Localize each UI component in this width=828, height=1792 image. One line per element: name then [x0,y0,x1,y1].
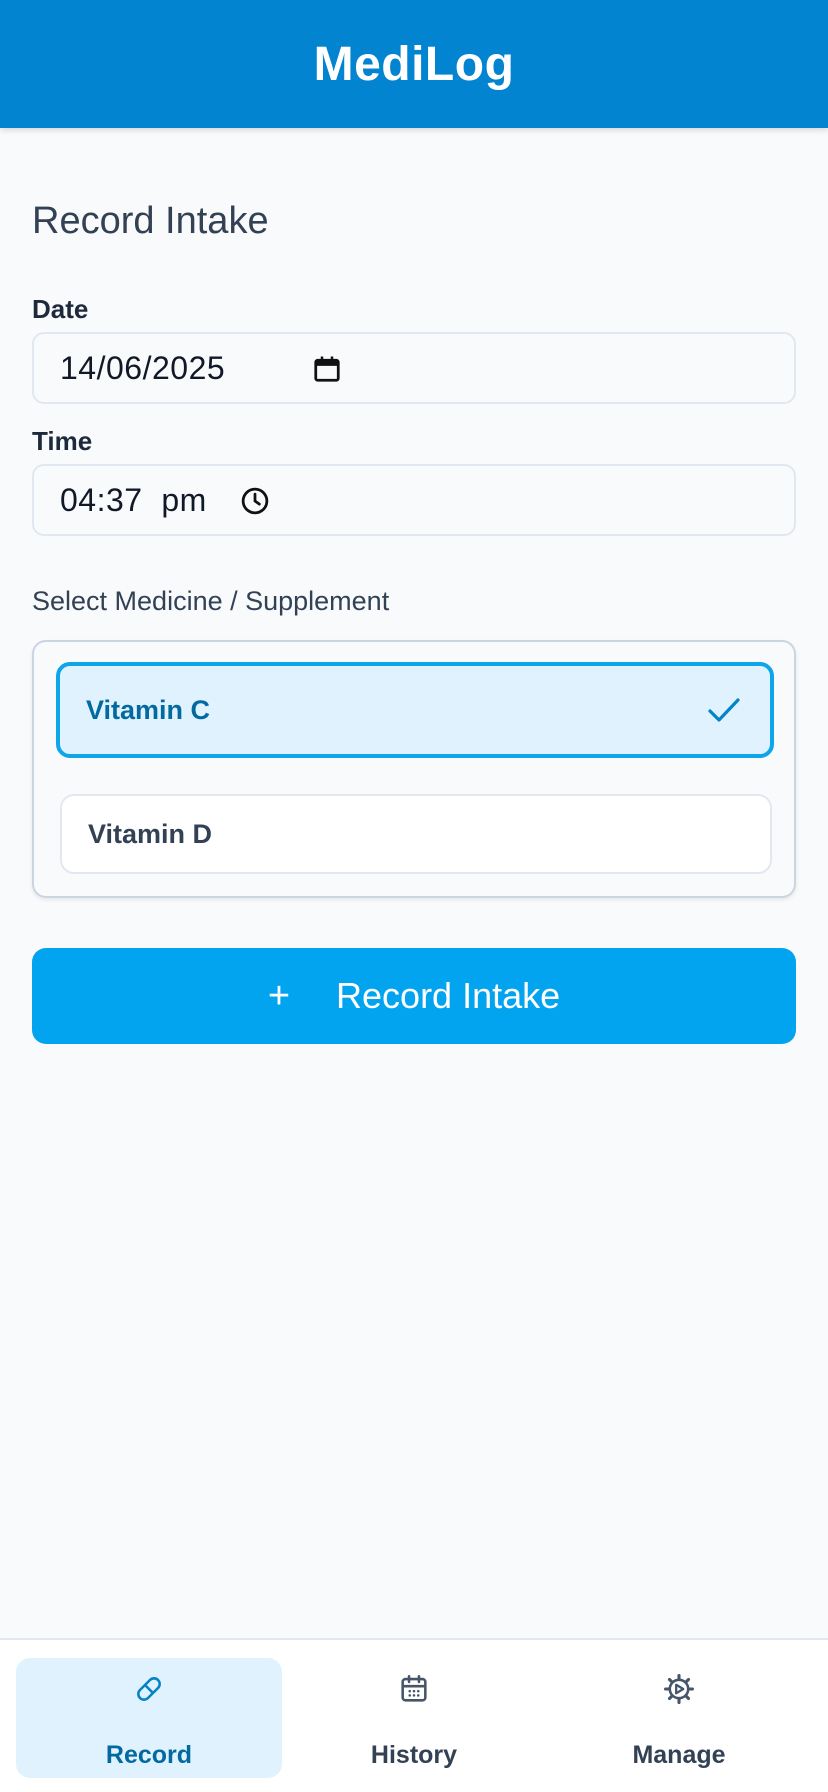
nav-tab-record[interactable]: Record [16,1658,282,1778]
date-label: Date [32,294,89,324]
app-root: MediLog Record Intake Date 14/06/2025 Ti… [0,0,828,1792]
bottom-nav: Record History Manage [0,1638,828,1792]
date-input[interactable]: 14/06/2025 [32,332,796,404]
page-title: Record Intake [32,200,269,242]
medicine-options-list: Vitamin C Vitamin D [32,640,796,898]
record-intake-button[interactable]: + Record Intake [32,948,796,1044]
nav-label-manage: Manage [632,1741,726,1769]
checkmark-icon [706,694,742,733]
calendar-picker-icon[interactable] [312,354,342,389]
pill-icon [132,1672,166,1711]
medicine-option-vitamin-d[interactable]: Vitamin D [60,794,772,874]
gear-icon [662,1672,696,1711]
time-input[interactable]: 04:37 pm [32,464,796,536]
nav-tab-manage[interactable]: Manage [546,1658,812,1778]
medicine-select-label: Select Medicine / Supplement [32,586,390,616]
medicine-option-vitamin-c[interactable]: Vitamin C [56,662,774,758]
clock-icon[interactable] [240,486,270,521]
date-value: 14/06/2025 [60,349,226,386]
calendar-icon [397,1672,431,1711]
option-label: Vitamin C [86,694,211,725]
time-label: Time [32,426,93,456]
nav-label-history: History [370,1741,458,1769]
record-intake-label: Record Intake [336,975,561,1016]
app-title: MediLog [313,37,515,91]
plus-icon: + [267,975,291,1017]
time-value: 04:37 pm [60,481,207,518]
option-label: Vitamin D [88,818,213,849]
nav-label-record: Record [105,1741,193,1769]
nav-tab-history[interactable]: History [281,1658,547,1778]
app-header: MediLog [0,0,828,128]
